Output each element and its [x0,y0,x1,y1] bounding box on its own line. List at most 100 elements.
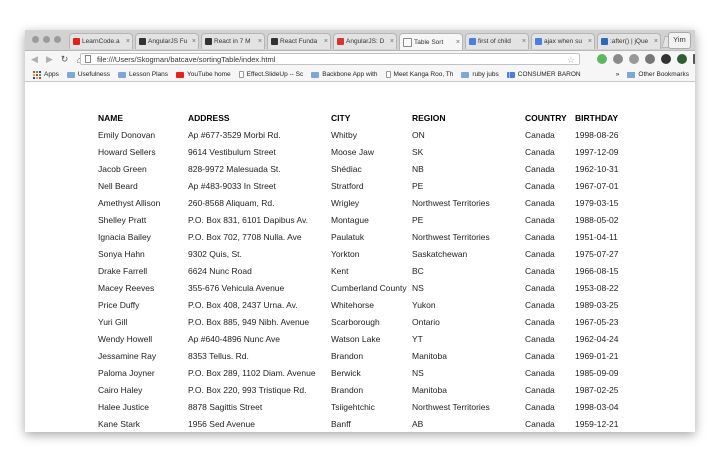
close-tab-icon[interactable]: × [522,38,526,45]
table-cell: Drake Farrell [98,265,148,276]
extension-green-icon[interactable] [597,54,607,64]
table-row: Kane Stark 1956 Sed Avenue Banff AB Canada 19… [98,415,630,432]
bookmark-item[interactable]: ruby jubs [461,71,499,78]
table-cell: Northwest Territories [412,401,490,412]
reload-button[interactable]: ↻ [59,54,70,65]
table-cell: Canada [525,129,555,140]
table-cell: Shelley Pratt [98,214,147,225]
table-cell: 1989-03-25 [575,299,619,310]
address-bar[interactable]: file:///Users/Skogman/batcave/sortingTab… [80,53,580,65]
table-cell: P.O. Box 702, 7708 Nulla. Ave [188,231,302,242]
table-cell: 1953-08-22 [575,282,619,293]
column-header[interactable]: BIRTHDAY [575,110,630,126]
browser-tab[interactable]: first of child × [465,33,529,49]
bookmarks-overflow-button[interactable]: » [616,71,620,78]
tab-title: AngularJS: D [346,38,385,45]
extension-pen-icon[interactable] [613,54,623,64]
close-tab-icon[interactable]: × [456,39,460,46]
table-cell: Paloma Joyner [98,367,155,378]
bookmark-star-icon[interactable]: ☆ [567,54,575,66]
tab-title: ajax when su [544,38,582,45]
tab-title: React in 7 M [214,38,251,45]
close-tab-icon[interactable]: × [588,38,592,45]
table-cell: ON [412,129,425,140]
close-tab-icon[interactable]: × [192,38,196,45]
table-row: Sonya Hahn 9302 Quis, St. Yorkton Saskatche… [98,245,630,262]
profile-button[interactable]: Yim [668,32,691,49]
browser-tab[interactable]: Table Sort × [399,33,463,50]
bookmark-item[interactable]: CONSUMER BARON [506,71,581,78]
menu-icon[interactable] [693,54,695,64]
table-cell: 1951-04-11 [575,231,618,242]
table-cell: Cairo Haley [98,384,143,395]
github-icon [139,38,146,45]
table-cell: Kane Stark [98,418,141,429]
browser-tab[interactable]: :after() | jQue × [597,33,661,49]
bookmark-item[interactable]: Usefulness [66,71,110,78]
browser-tab[interactable]: AngularJS: D × [333,33,397,49]
close-tab-icon[interactable]: × [390,38,394,45]
bookmark-item[interactable]: Backbone App with [311,71,378,78]
tab-title: Table Sort [414,38,444,46]
close-tab-icon[interactable]: × [324,38,328,45]
column-header[interactable]: ADDRESS [188,110,331,126]
table-body: Emily Donovan Ap #677-3529 Morbi Rd. Whitb… [98,126,630,432]
browser-tab[interactable]: AngularJS Fu × [135,33,199,49]
table-cell: 1967-05-23 [575,316,619,327]
close-tab-icon[interactable]: × [126,38,130,45]
column-header[interactable]: CITY [331,110,412,126]
bookmark-label: CONSUMER BARON [517,71,581,78]
close-tab-icon[interactable]: × [654,38,658,45]
github-icon [205,38,212,45]
table-cell: Whitehorse [331,299,374,310]
table-row: Yuri Gill P.O. Box 885, 949 Nibh. Avenue S… [98,313,630,330]
apps-grid-icon [33,70,41,79]
column-header[interactable]: REGION [412,110,525,126]
table-cell: Canada [525,231,555,242]
table-cell: Amethyst Allison [98,197,161,208]
column-header[interactable]: COUNTRY [525,110,575,126]
column-header[interactable]: NAME [98,110,188,126]
forward-button[interactable]: ▶ [44,54,55,65]
other-bookmarks[interactable]: Other Bookmarks [638,71,689,78]
browser-tab[interactable]: React in 7 M × [201,33,265,49]
table-cell: PE [412,180,424,191]
extension-circle-icon[interactable] [661,54,671,64]
table-cell: Canada [525,146,555,157]
table-cell: 1979-03-15 [575,197,619,208]
jquery-icon [601,38,608,45]
bookmark-item[interactable]: Meet Kanga Roo, Th [385,71,453,78]
table-row: Jessamine Ray 8353 Tellus. Rd. Brandon Mani… [98,347,630,364]
extension-info-icon[interactable] [645,54,655,64]
zoom-window-button[interactable] [54,36,61,43]
bookmark-item[interactable]: Effect.SlideUp -- Sc [238,71,303,78]
close-window-button[interactable] [32,36,39,43]
table-cell: SK [412,146,424,157]
table-row: Howard Sellers 9614 Vestibulum Street Moos… [98,143,630,160]
extension-bw-icon[interactable] [677,54,687,64]
bookmark-item[interactable]: Apps [33,70,59,79]
table-cell: 828-9972 Malesuada St. [188,163,281,174]
browser-tab[interactable]: LearnCode.a × [69,33,133,49]
minimize-window-button[interactable] [43,36,50,43]
close-tab-icon[interactable]: × [258,38,262,45]
page-icon [238,71,244,78]
bookmark-item[interactable]: YouTube home [176,71,231,78]
table-cell: Price Duffy [98,299,140,310]
table-cell: 1998-03-04 [575,401,619,412]
table-cell: BC [412,265,424,276]
bookmark-item[interactable]: Lesson Plans [117,71,168,78]
back-button[interactable]: ◀ [29,54,40,65]
browser-tab[interactable]: ajax when su × [531,33,595,49]
table-cell: 9302 Quis, St. [188,248,242,259]
table-cell: 1988-05-02 [575,214,619,225]
browser-tab[interactable]: React Funda × [267,33,331,49]
folder-icon [627,71,636,78]
github-icon [271,38,278,45]
table-cell: PE [412,214,424,225]
table-cell: Canada [525,248,555,259]
page-icon [85,55,91,63]
data-table: NAME ADDRESS CITY REGION COUNTRY BIRTHDAY Emi… [98,110,630,432]
table-row: Emily Donovan Ap #677-3529 Morbi Rd. Whitb… [98,126,630,143]
extension-alert-icon[interactable] [629,54,639,64]
